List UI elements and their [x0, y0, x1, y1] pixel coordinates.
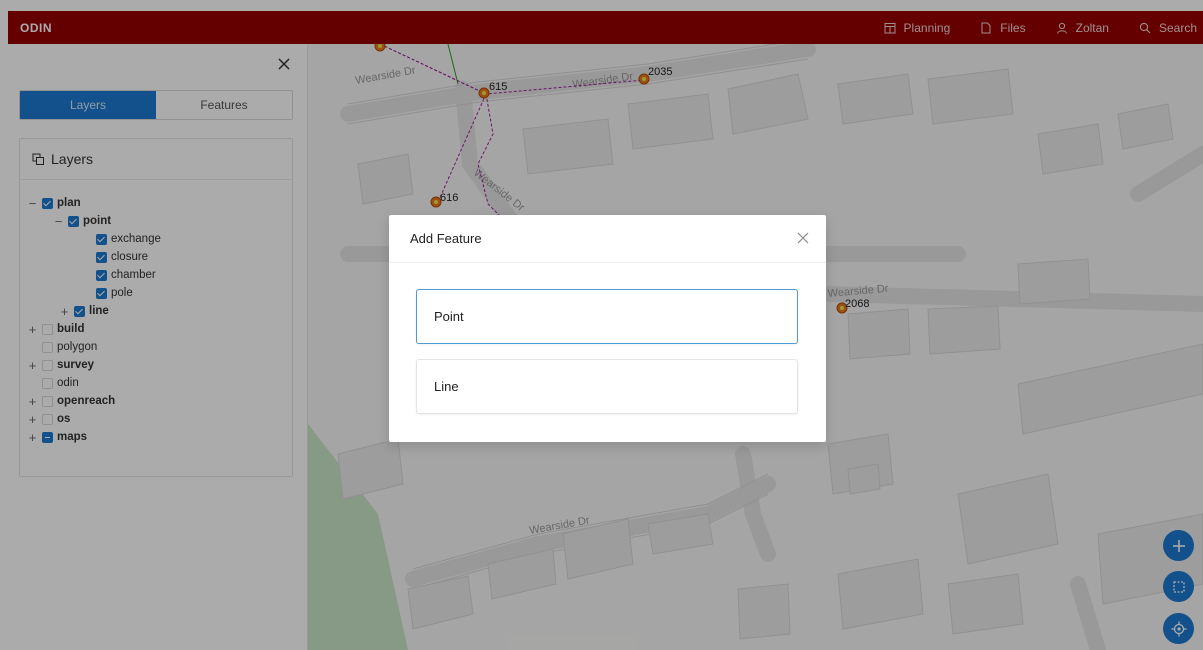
option-line[interactable]: Line: [416, 359, 798, 414]
option-point-label: Point: [434, 309, 464, 324]
add-feature-dialog: Add Feature Point Line: [389, 215, 826, 442]
dialog-header: Add Feature: [389, 215, 826, 263]
option-point[interactable]: Point: [416, 289, 798, 344]
dialog-title: Add Feature: [410, 231, 482, 246]
close-icon[interactable]: [796, 231, 810, 245]
option-line-label: Line: [434, 379, 459, 394]
